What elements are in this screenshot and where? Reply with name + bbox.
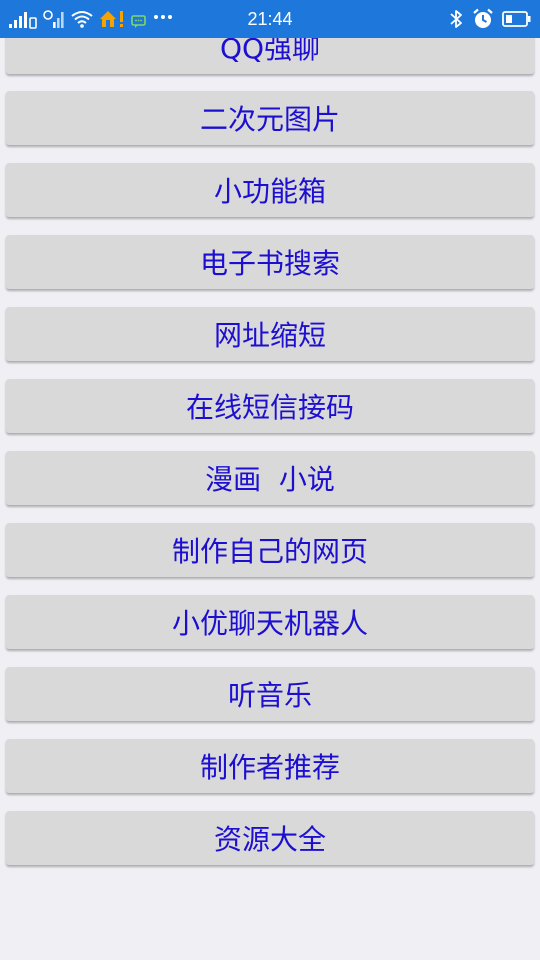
menu-button-comics-novels[interactable]: 漫画 小说 [6,451,534,505]
menu-button-chat-robot[interactable]: 小优聊天机器人 [6,595,534,649]
alarm-icon [472,8,494,30]
menu-button-online-sms-code[interactable]: 在线短信接码 [6,379,534,433]
menu-button-ebook-search[interactable]: 电子书搜索 [6,235,534,289]
menu-button-url-shortener[interactable]: 网址缩短 [6,307,534,361]
status-bar: 21:44 [0,0,540,38]
menu-button-anime-images[interactable]: 二次元图片 [6,91,534,145]
menu-button-resources[interactable]: 资源大全 [6,811,534,865]
menu-button-make-webpage[interactable]: 制作自己的网页 [6,523,534,577]
status-right-icons [448,6,532,32]
menu-button-tool-box[interactable]: 小功能箱 [6,163,534,217]
menu-button-author-recommend[interactable]: 制作者推荐 [6,739,534,793]
battery-icon [502,10,532,28]
menu-button-listen-music[interactable]: 听音乐 [6,667,534,721]
bluetooth-icon [448,8,464,30]
